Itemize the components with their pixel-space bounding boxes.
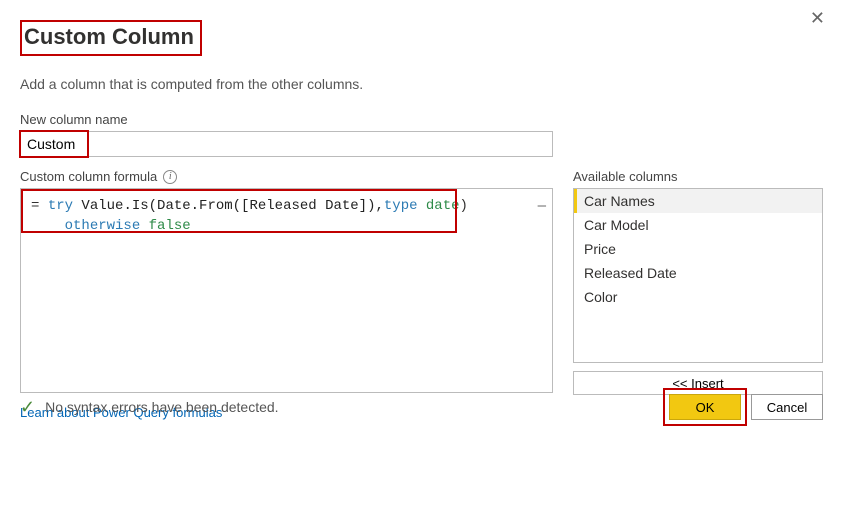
- ok-button[interactable]: OK: [669, 394, 741, 420]
- formula-token-paren: ): [460, 198, 468, 214]
- available-column-item[interactable]: Car Names: [574, 189, 822, 213]
- available-column-item[interactable]: Price: [574, 237, 822, 261]
- close-icon[interactable]: ✕: [806, 4, 829, 33]
- formula-token-type: type: [384, 198, 418, 214]
- formula-eq: =: [31, 198, 39, 214]
- available-columns-list[interactable]: Car Names Car Model Price Released Date …: [573, 188, 823, 363]
- formula-label: Custom column formula: [20, 169, 157, 184]
- new-column-name-input[interactable]: [20, 131, 553, 157]
- formula-token-try: try: [48, 198, 73, 214]
- formula-token-date: date: [418, 198, 460, 214]
- formula-indent: [31, 218, 65, 234]
- new-column-name-label: New column name: [20, 112, 823, 127]
- cursor-indicator: —: [538, 197, 546, 217]
- available-column-item[interactable]: Released Date: [574, 261, 822, 285]
- check-icon: ✓: [20, 398, 35, 416]
- status-text: No syntax errors have been detected.: [45, 399, 278, 415]
- available-columns-label: Available columns: [573, 169, 823, 184]
- formula-space: [140, 218, 148, 234]
- formula-editor[interactable]: = try Value.Is(Date.From([Released Date]…: [20, 188, 553, 393]
- cancel-button[interactable]: Cancel: [751, 394, 823, 420]
- formula-token-otherwise: otherwise: [65, 218, 141, 234]
- formula-token-fn: Value.Is(Date.From([Released Date]),: [73, 198, 384, 214]
- available-column-item[interactable]: Car Model: [574, 213, 822, 237]
- formula-token-false: false: [149, 218, 191, 234]
- insert-button[interactable]: << Insert: [573, 371, 823, 395]
- dialog-title: Custom Column: [20, 20, 202, 56]
- dialog-subtitle: Add a column that is computed from the o…: [20, 76, 823, 92]
- info-icon[interactable]: i: [163, 170, 177, 184]
- available-column-item[interactable]: Color: [574, 285, 822, 309]
